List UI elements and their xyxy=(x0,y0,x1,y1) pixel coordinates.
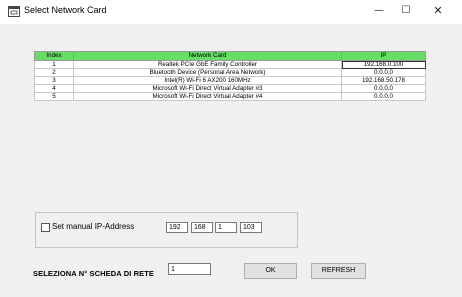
ip-octet-4-field[interactable] xyxy=(240,222,262,233)
ip-octet-1-field[interactable] xyxy=(166,222,188,233)
select-card-label: SELEZIONA N° SCHEDA DI RETE xyxy=(33,269,154,278)
cell-index[interactable]: 3 xyxy=(34,76,74,85)
cell-network-card[interactable]: Bluetooth Device (Personal Area Network) xyxy=(73,68,342,77)
cell-ip[interactable]: 192.168.50.178 xyxy=(341,76,426,85)
cell-index[interactable]: 2 xyxy=(34,68,74,77)
ok-button[interactable]: OK xyxy=(244,263,297,279)
card-number-input[interactable] xyxy=(168,263,211,275)
cell-index[interactable]: 5 xyxy=(34,92,74,101)
cell-network-card[interactable]: Realtek PCIe GbE Family Controller xyxy=(73,60,342,69)
network-card-table: Index Network Card IP 1 Realtek PCIe GbE… xyxy=(34,51,426,101)
app-window-icon xyxy=(8,6,20,17)
cell-ip[interactable]: 0.0.0.0 xyxy=(341,92,426,101)
ip-octet-2-field[interactable] xyxy=(191,222,213,233)
column-header-ip[interactable]: IP xyxy=(341,51,426,61)
close-button[interactable]: ✕ xyxy=(427,3,449,19)
cell-network-card[interactable]: Microsoft Wi-Fi Direct Virtual Adapter #… xyxy=(73,84,342,93)
cell-network-card[interactable]: Microsoft Wi-Fi Direct Virtual Adapter #… xyxy=(73,92,342,101)
table-row[interactable]: 4 Microsoft Wi-Fi Direct Virtual Adapter… xyxy=(34,84,426,93)
cell-ip[interactable]: 192.168.0.100 xyxy=(341,60,426,69)
refresh-button[interactable]: REFRESH xyxy=(311,263,366,279)
ip-octet-3-field[interactable] xyxy=(215,222,237,233)
cell-ip[interactable]: 0.0.0.0 xyxy=(341,84,426,93)
cell-index[interactable]: 4 xyxy=(34,84,74,93)
cell-network-card[interactable]: Intel(R) Wi-Fi 6 AX200 160MHz xyxy=(73,76,342,85)
cell-index[interactable]: 1 xyxy=(34,60,74,69)
table-row[interactable]: 2 Bluetooth Device (Personal Area Networ… xyxy=(34,68,426,77)
table-row[interactable]: 1 Realtek PCIe GbE Family Controller 192… xyxy=(34,60,426,69)
manual-ip-label[interactable]: Set manual IP-Address xyxy=(52,222,134,231)
maximize-button[interactable]: ☐ xyxy=(395,3,417,19)
minimize-button[interactable]: — xyxy=(368,3,390,19)
table-header-row: Index Network Card IP xyxy=(34,51,426,61)
window-title: Select Network Card xyxy=(24,5,107,15)
title-bar: Select Network Card — ☐ ✕ xyxy=(0,0,462,24)
column-header-index[interactable]: Index xyxy=(34,51,74,61)
table-row[interactable]: 3 Intel(R) Wi-Fi 6 AX200 160MHz 192.168.… xyxy=(34,76,426,85)
manual-ip-checkbox[interactable] xyxy=(41,223,50,232)
table-row[interactable]: 5 Microsoft Wi-Fi Direct Virtual Adapter… xyxy=(34,92,426,101)
column-header-network-card[interactable]: Network Card xyxy=(73,51,342,61)
cell-ip[interactable]: 0.0.0.0 xyxy=(341,68,426,77)
